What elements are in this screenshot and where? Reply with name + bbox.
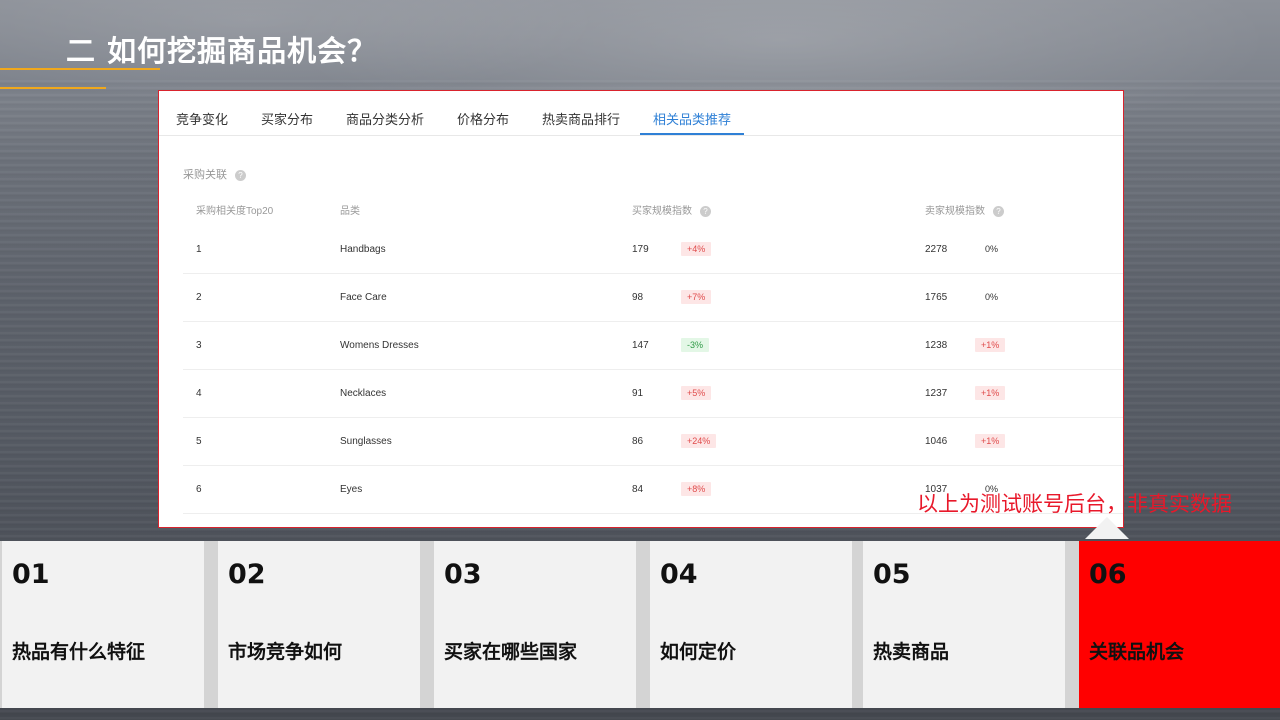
tab-hot-products-ranking[interactable]: 热卖商品排行: [542, 109, 620, 128]
help-icon[interactable]: ?: [235, 169, 246, 181]
row-seller-index: 2278: [925, 244, 948, 255]
table-row: 4 Necklaces 91 +5% 1237 +1%: [183, 370, 1123, 418]
nav-number: 04: [660, 559, 698, 590]
title-underline-short: [0, 87, 106, 89]
row-seller-change: +1%: [975, 338, 1006, 352]
nav-label: 热卖商品: [873, 641, 950, 663]
help-icon[interactable]: ?: [700, 205, 711, 217]
section-nav: 01 热品有什么特征 02 市场竞争如何 03 买家在哪些国家 04 如何定价 …: [0, 541, 1280, 708]
nav-item-02[interactable]: 02 市场竞争如何: [218, 541, 420, 708]
section-title: 采购关联?: [183, 166, 246, 182]
row-buyer-change: +7%: [681, 290, 712, 304]
disclaimer-text: 以上为测试账号后台，非真实数据: [917, 492, 1232, 516]
row-buyer-change: +8%: [681, 482, 712, 496]
buyer-index-label: 买家规模指数: [632, 206, 692, 217]
nav-number: 06: [1089, 559, 1127, 590]
row-buyer-change: +4%: [681, 242, 712, 256]
column-header-category: 品类: [340, 206, 360, 217]
tab-buyer-distribution[interactable]: 买家分布: [261, 109, 313, 128]
title-underline-long: [0, 68, 160, 70]
row-seller-index: 1238: [925, 340, 948, 351]
nav-number: 01: [12, 559, 50, 590]
row-buyer-index: 84: [632, 484, 644, 495]
table-row: 2 Face Care 98 +7% 1765 0%: [183, 274, 1123, 322]
row-seller-change: +1%: [975, 386, 1006, 400]
nav-item-03[interactable]: 03 买家在哪些国家: [434, 541, 636, 708]
row-rank: 2: [196, 292, 202, 303]
row-category: Handbags: [340, 244, 386, 255]
row-category: Womens Dresses: [340, 340, 419, 351]
row-rank: 3: [196, 340, 202, 351]
row-seller-index: 1046: [925, 436, 948, 447]
nav-label: 关联品机会: [1089, 641, 1185, 663]
row-buyer-index: 179: [632, 244, 649, 255]
nav-item-06[interactable]: 06 关联品机会: [1079, 541, 1280, 708]
row-category: Face Care: [340, 292, 387, 303]
nav-label: 热品有什么特征: [12, 641, 146, 663]
row-rank: 1: [196, 244, 202, 255]
tab-price-distribution[interactable]: 价格分布: [457, 109, 509, 128]
column-header-buyer-index: 买家规模指数?: [632, 202, 711, 217]
table-row: 5 Sunglasses 86 +24% 1046 +1%: [183, 418, 1123, 466]
row-rank: 6: [196, 484, 202, 495]
nav-label: 市场竞争如何: [228, 641, 343, 663]
column-header-rank: 采购相关度Top20: [196, 206, 274, 217]
nav-number: 05: [873, 559, 911, 590]
row-category: Necklaces: [340, 388, 387, 399]
slide-title: 二 如何挖掘商品机会？: [66, 34, 378, 68]
row-buyer-change: +5%: [681, 386, 712, 400]
row-buyer-index: 98: [632, 292, 644, 303]
table-row: 3 Womens Dresses 147 -3% 1238 +1%: [183, 322, 1123, 370]
row-buyer-index: 147: [632, 340, 649, 351]
row-buyer-index: 91: [632, 388, 644, 399]
active-tab-indicator: [640, 133, 744, 135]
row-seller-change: 0%: [985, 292, 999, 302]
tab-related-categories[interactable]: 相关品类推荐: [653, 109, 731, 128]
section-label-text: 采购关联: [183, 169, 227, 181]
screenshot-panel: 竞争变化 买家分布 商品分类分析 价格分布 热卖商品排行 相关品类推荐 采购关联…: [158, 90, 1124, 528]
row-seller-index: 1765: [925, 292, 948, 303]
nav-item-05[interactable]: 05 热卖商品: [863, 541, 1065, 708]
tab-bar: 竞争变化 买家分布 商品分类分析 价格分布 热卖商品排行 相关品类推荐: [159, 91, 1123, 136]
row-buyer-index: 86: [632, 436, 644, 447]
nav-label: 买家在哪些国家: [444, 641, 578, 663]
row-rank: 5: [196, 436, 202, 447]
row-category: Eyes: [340, 484, 363, 495]
tab-category-analysis[interactable]: 商品分类分析: [346, 109, 424, 128]
nav-label: 如何定价: [660, 641, 737, 663]
tab-competition-change[interactable]: 竞争变化: [176, 109, 228, 128]
row-rank: 4: [196, 388, 202, 399]
row-buyer-change: +24%: [681, 434, 717, 448]
nav-item-01[interactable]: 01 热品有什么特征: [2, 541, 204, 708]
row-buyer-change: -3%: [681, 338, 710, 352]
nav-item-04[interactable]: 04 如何定价: [650, 541, 852, 708]
nav-number: 03: [444, 559, 482, 590]
row-seller-index: 1237: [925, 388, 948, 399]
active-section-pointer: [1085, 517, 1129, 539]
table-row: 1 Handbags 179 +4% 2278 0%: [183, 226, 1123, 274]
row-seller-change: 0%: [985, 244, 999, 254]
row-category: Sunglasses: [340, 436, 392, 447]
row-seller-change: +1%: [975, 434, 1006, 448]
column-header-seller-index: 卖家规模指数?: [925, 202, 1004, 217]
seller-index-label: 卖家规模指数: [925, 206, 985, 217]
nav-number: 02: [228, 559, 266, 590]
help-icon[interactable]: ?: [993, 205, 1004, 217]
